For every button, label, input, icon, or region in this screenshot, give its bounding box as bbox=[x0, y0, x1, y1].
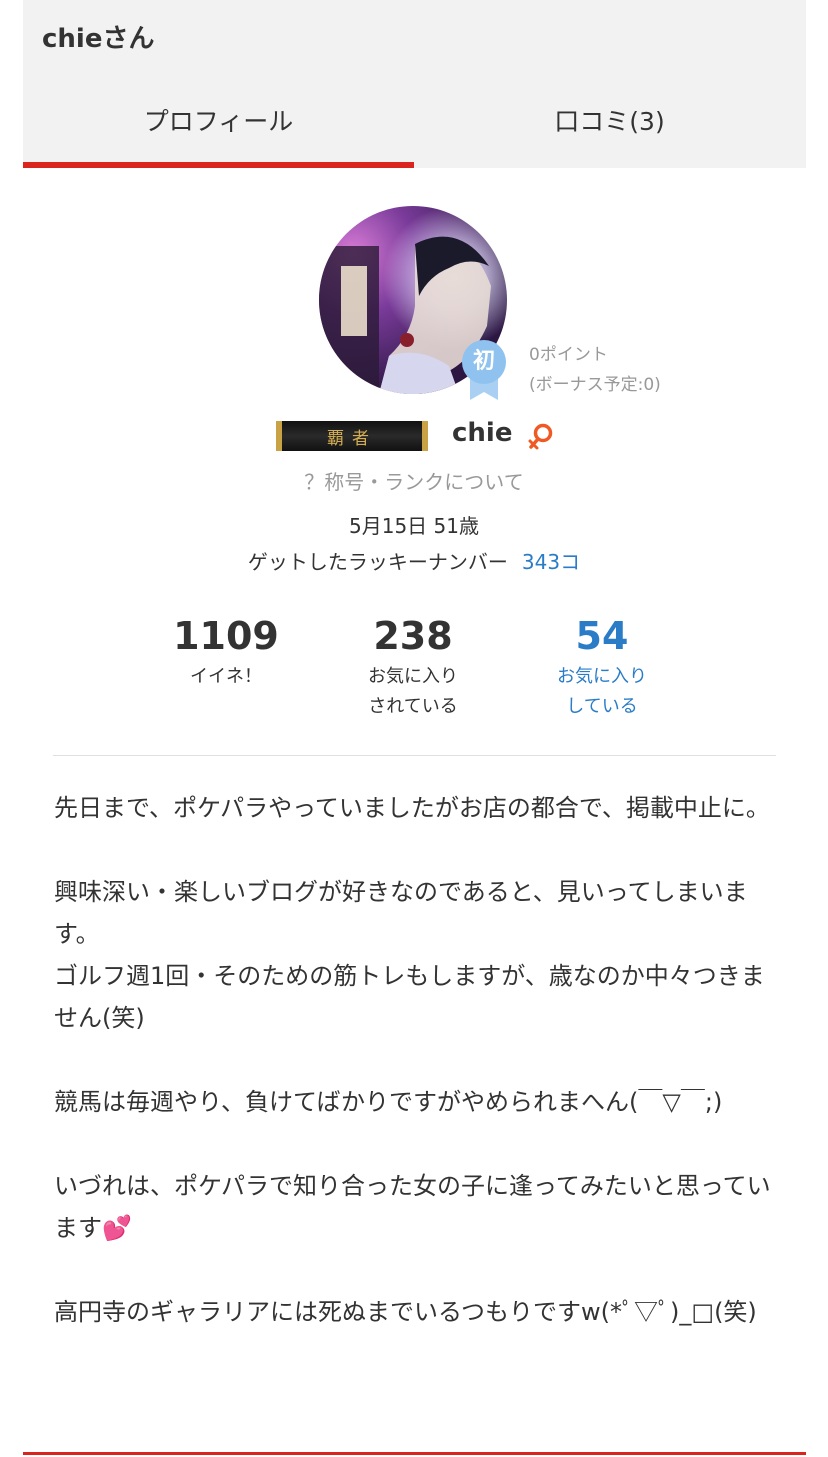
rank-badge-label: 初 bbox=[472, 349, 495, 374]
female-icon bbox=[528, 423, 553, 450]
active-tab-indicator bbox=[23, 162, 414, 168]
birthday-age: 5月15日 51歳 bbox=[349, 514, 479, 538]
favoriting-count[interactable]: 54 bbox=[512, 610, 692, 662]
favoriting-label-line1[interactable]: お気に入り bbox=[512, 662, 692, 692]
bio-paragraph: 先日まで、ポケパラやっていましたがお店の都合で、掲載中止に。 bbox=[54, 794, 770, 822]
bio-paragraph: いづれは、ポケパラで知り合った女の子に逢ってみたいと思っています💕 bbox=[54, 1172, 771, 1242]
bio-paragraph: 競馬は毎週やり、負けてばかりですがやめられまへん(￣▽￣;) bbox=[54, 1088, 723, 1116]
favorited-count: 238 bbox=[373, 614, 453, 658]
likes-count: 1109 bbox=[173, 614, 279, 658]
favorited-label-line1: お気に入り bbox=[368, 666, 458, 687]
likes-label: イイネ！ bbox=[190, 666, 262, 687]
bonus-points: (ボーナス予定:0) bbox=[529, 375, 661, 395]
bio-paragraph: ゴルフ週1回・そのための筋トレもしますが、歳なのか中々つきません(笑) bbox=[54, 962, 765, 1032]
bottom-accent-line bbox=[23, 1452, 806, 1455]
title-plate: 覇者 bbox=[276, 421, 428, 451]
points-value: 0ポイント bbox=[529, 345, 608, 365]
lucky-number-count[interactable]: 343コ bbox=[522, 550, 580, 574]
divider bbox=[53, 755, 776, 756]
lucky-number-label: ゲットしたラッキーナンバー bbox=[247, 550, 508, 574]
profile-bio: 先日まで、ポケパラやっていましたがお店の都合で、掲載中止に。 興味深い・楽しいブ… bbox=[54, 787, 774, 1333]
username: chie bbox=[452, 418, 513, 448]
profile-header: chieさん プロフィール 口コミ(3) bbox=[23, 0, 806, 168]
rank-info-link[interactable]: ？称号・ランクについて bbox=[0, 466, 828, 495]
favoriting-label-line2[interactable]: している bbox=[512, 692, 692, 722]
points-info: 0ポイント (ボーナス予定:0) bbox=[529, 340, 661, 400]
tab-profile[interactable]: プロフィール bbox=[23, 76, 414, 164]
tab-reviews[interactable]: 口コミ(3) bbox=[414, 76, 805, 164]
stat-likes: 1109 イイネ！ bbox=[136, 610, 316, 692]
bio-paragraph: 興味深い・楽しいブログが好きなのであると、見いってしまいます。 bbox=[54, 878, 748, 948]
bio-paragraph: 高円寺のギャラリアには死ぬまでいるつもりですw(*ﾟ▽ﾟ)_□(笑) bbox=[54, 1298, 757, 1326]
favorited-label-line2: されている bbox=[368, 696, 458, 717]
stat-favorited: 238 お気に入り されている bbox=[323, 610, 503, 722]
page-title: chieさん bbox=[42, 24, 155, 54]
stat-favoriting-link[interactable]: 54 お気に入り している bbox=[512, 610, 692, 722]
lucky-number-row: ゲットしたラッキーナンバー 343コ bbox=[0, 546, 828, 575]
